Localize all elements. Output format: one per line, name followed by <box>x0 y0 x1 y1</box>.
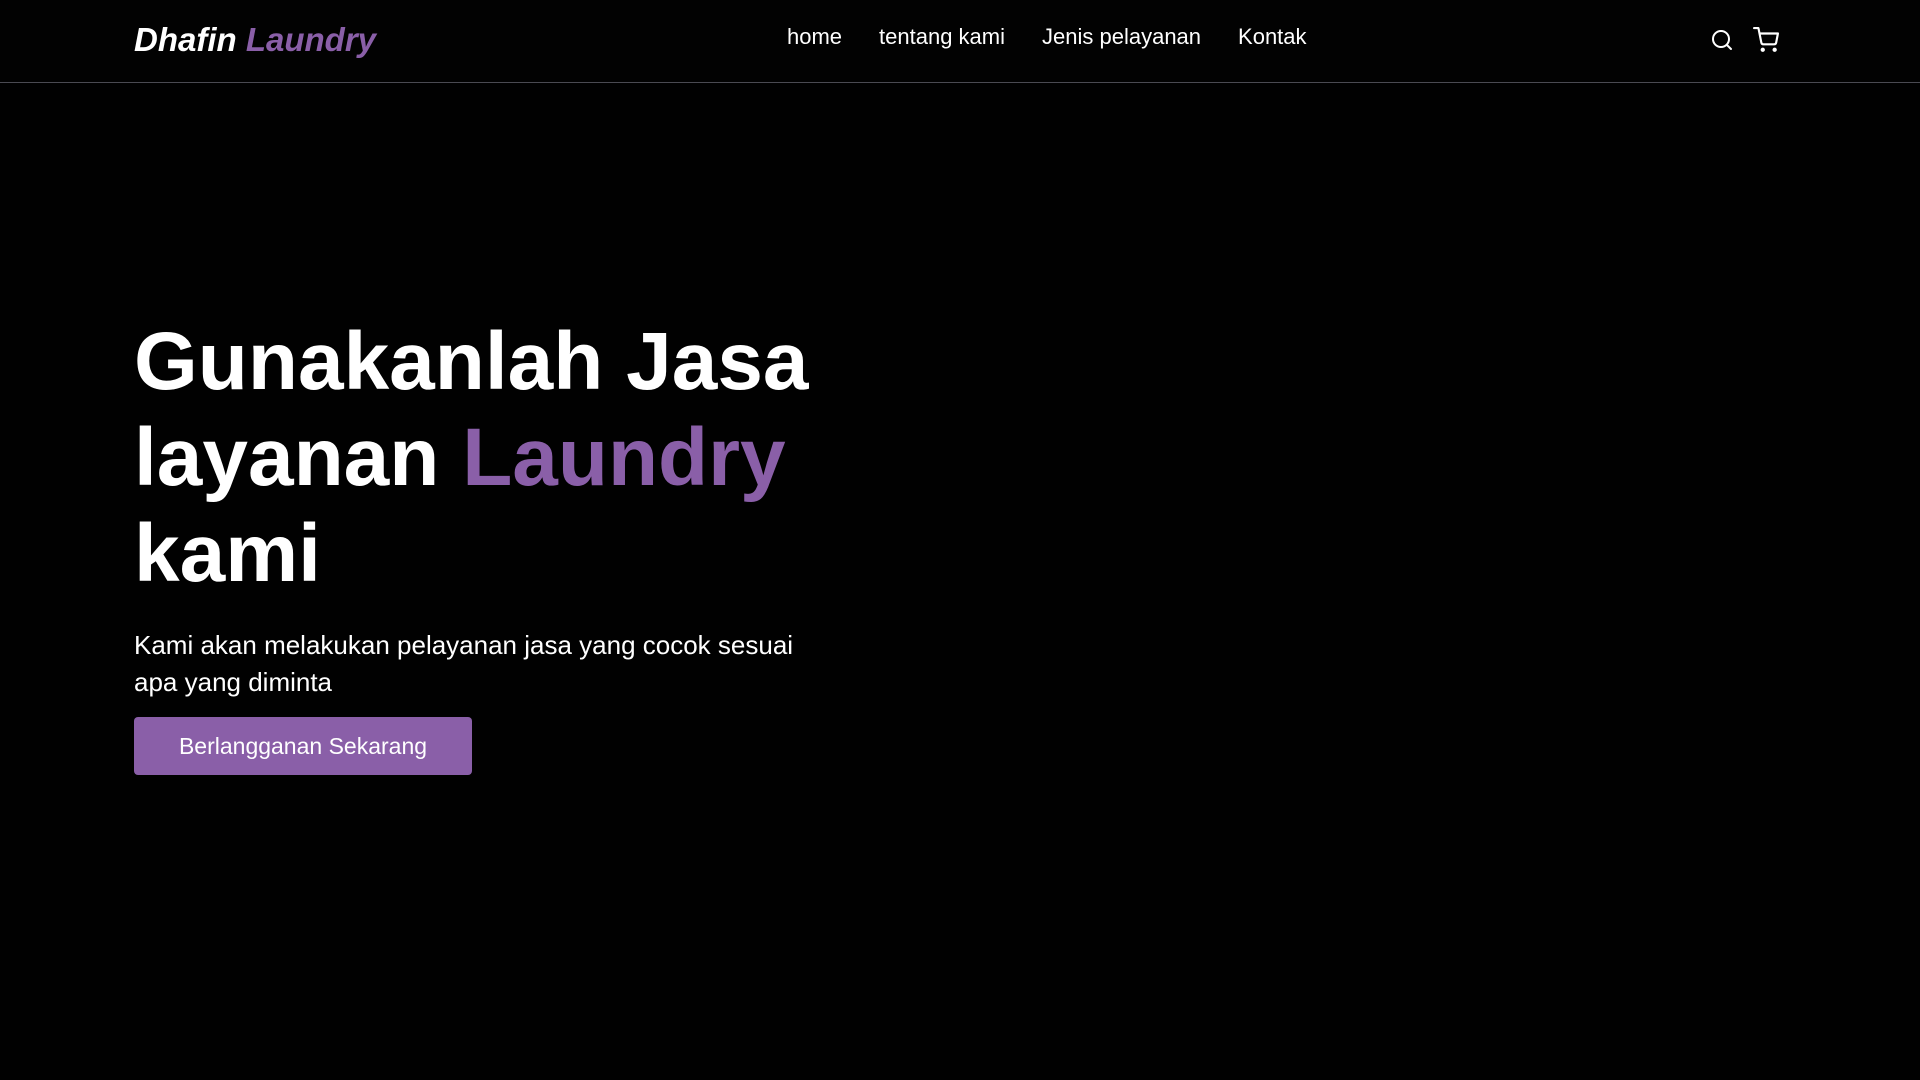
nav-icons <box>1708 26 1780 54</box>
brand-logo[interactable]: Dhafin Laundry <box>134 21 376 59</box>
logo-text-primary: Dhafin <box>134 21 237 58</box>
hero-title-accent: Laundry <box>462 412 786 503</box>
main-nav: home tentang kami Jenis pelayanan Kontak <box>787 24 1344 50</box>
hero-title-line2-prefix: layanan <box>134 412 440 503</box>
nav-link-kontak[interactable]: Kontak <box>1238 24 1307 50</box>
nav-link-home[interactable]: home <box>787 24 842 50</box>
logo-text-accent: Laundry <box>245 21 377 58</box>
hero-title-line3: kami <box>134 508 321 599</box>
hero-title-line1: Gunakanlah Jasa <box>134 316 809 407</box>
search-icon[interactable] <box>1708 26 1736 54</box>
nav-link-jenis-pelayanan[interactable]: Jenis pelayanan <box>1042 24 1201 50</box>
subscribe-button[interactable]: Berlangganan Sekarang <box>134 717 472 775</box>
navbar: Dhafin Laundry home tentang kami Jenis p… <box>0 0 1920 83</box>
hero-section: Gunakanlah Jasa layanan Laundry kami Kam… <box>134 314 854 775</box>
hero-subtitle: Kami akan melakukan pelayanan jasa yang … <box>134 630 794 697</box>
nav-link-tentang-kami[interactable]: tentang kami <box>879 24 1005 50</box>
hero-title: Gunakanlah Jasa layanan Laundry kami <box>134 314 854 602</box>
shopping-cart-icon[interactable] <box>1752 26 1780 54</box>
